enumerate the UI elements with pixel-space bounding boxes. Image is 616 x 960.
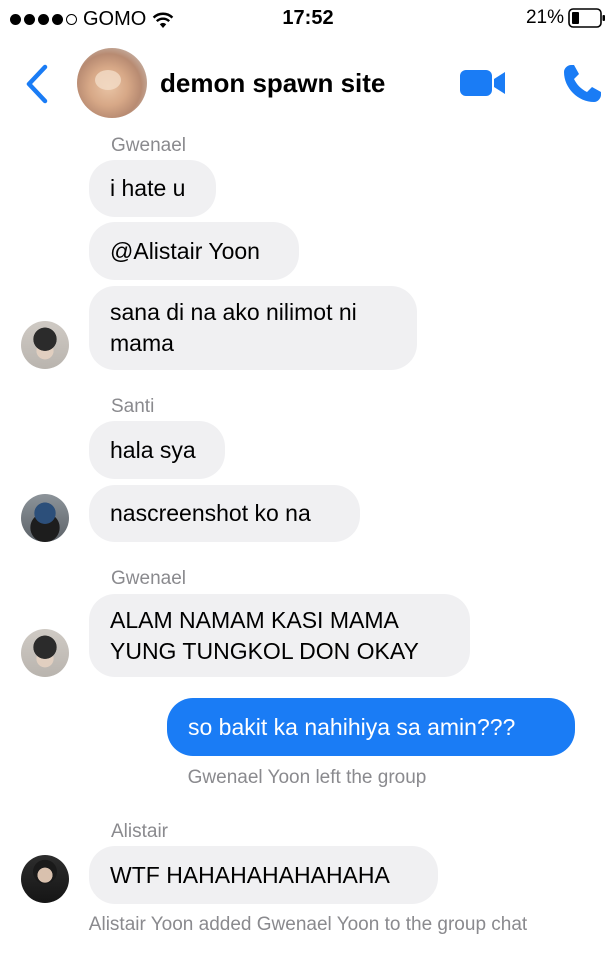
message-bubble[interactable]: i hate u bbox=[89, 160, 216, 217]
video-call-icon[interactable] bbox=[459, 67, 507, 99]
status-right: 21% bbox=[526, 7, 606, 29]
sender-name: Santi bbox=[111, 396, 155, 417]
phone-call-icon[interactable] bbox=[560, 62, 604, 106]
status-bar: GOMO 17:52 21% bbox=[0, 0, 616, 38]
message-line: ALAM NAMAM KASI MAMA bbox=[110, 606, 399, 633]
battery-percentage: 21% bbox=[525, 7, 564, 28]
outgoing-message-bubble[interactable]: so bakit ka nahihiya sa amin??? bbox=[167, 698, 575, 756]
conversation-header: demon spawn site bbox=[0, 38, 616, 128]
sender-avatar[interactable] bbox=[21, 855, 69, 903]
message-bubble[interactable]: nascreenshot ko na bbox=[89, 485, 360, 542]
system-message-text: Gwenael Yoon left the group bbox=[187, 767, 427, 788]
sender-name: Alistair bbox=[111, 821, 169, 842]
group-avatar[interactable] bbox=[77, 48, 147, 118]
message-bubble[interactable]: WTF HAHAHAHAHAHAHA bbox=[89, 846, 438, 904]
message-line: YUNG TUNGKOL DON OKAY bbox=[110, 637, 419, 664]
message-bubble[interactable]: ALAM NAMAM KASI MAMA YUNG TUNGKOL DON OK… bbox=[89, 594, 470, 677]
status-time: 17:52 bbox=[282, 7, 334, 29]
message-line: sana di na ako nilimot ni bbox=[110, 299, 357, 325]
sender-name: Gwenael bbox=[111, 135, 186, 156]
conversation-title[interactable]: demon spawn site bbox=[160, 68, 385, 99]
message-bubble[interactable]: sana di na ako nilimot ni mama bbox=[89, 286, 417, 370]
message-line: mama bbox=[110, 330, 174, 356]
sender-avatar[interactable] bbox=[21, 494, 69, 542]
sender-name: Gwenael bbox=[111, 568, 186, 589]
system-message: Alistair Yoon added Gwenael Yoon to the … bbox=[88, 914, 528, 935]
battery-icon bbox=[568, 8, 605, 28]
message-bubble[interactable]: hala sya bbox=[89, 421, 225, 479]
sender-avatar[interactable] bbox=[21, 629, 69, 677]
message-bubble[interactable]: @Alistair Yoon bbox=[89, 222, 299, 280]
system-message: Gwenael Yoon left the group bbox=[0, 767, 616, 789]
back-icon[interactable] bbox=[24, 64, 50, 104]
sender-avatar[interactable] bbox=[21, 321, 69, 369]
